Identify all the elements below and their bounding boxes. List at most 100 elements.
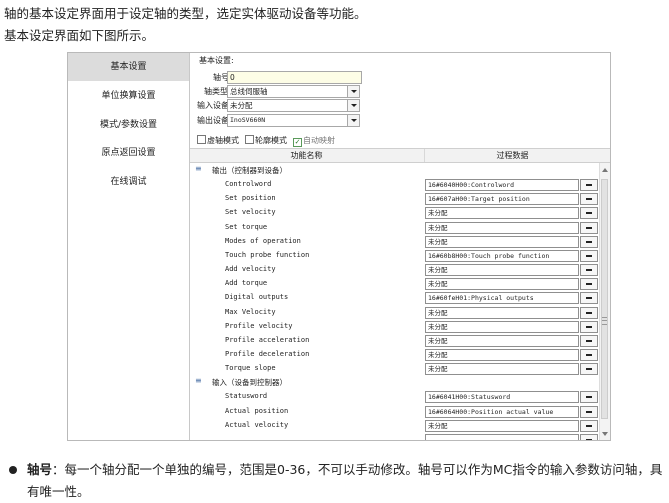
dropdown-button[interactable] xyxy=(580,363,598,376)
grid-row: Max Velocity 未分配 xyxy=(190,305,599,319)
scroll-grip-icon xyxy=(602,317,607,325)
process-data-field[interactable]: 16#60feH01:Physical outputs xyxy=(425,292,579,305)
dropdown-button[interactable] xyxy=(580,207,598,220)
sidebar-item-basic-settings[interactable]: 基本设置 xyxy=(68,53,189,81)
sidebar-item-mode-parameters[interactable]: 模式/参数设置 xyxy=(68,111,189,139)
grid-row: Controlword 16#6040H00:Controlword xyxy=(190,177,599,192)
grid-row: Digital outputs 16#60feH01:Physical outpu… xyxy=(190,290,599,305)
sidebar-item-unit-conversion[interactable]: 单位换算设置 xyxy=(68,82,189,110)
process-data-field[interactable]: 未分配 xyxy=(425,207,579,220)
function-name: Add velocity xyxy=(225,265,276,274)
function-name: Set velocity xyxy=(225,208,276,217)
grid-group-row[interactable]: ≡ 输出（控制器到设备） xyxy=(190,163,599,177)
function-name: Actual velocity xyxy=(225,420,289,429)
output-device-select[interactable]: InoSV660N xyxy=(227,114,360,127)
function-name: Digital outputs xyxy=(225,293,289,302)
axis-settings-window: 基本设置 单位换算设置 模式/参数设置 原点返回设置 在线调试 基本设置: 轴号… xyxy=(67,52,611,441)
settings-sidebar: 基本设置 单位换算设置 模式/参数设置 原点返回设置 在线调试 xyxy=(68,53,190,440)
grid-row: Set position 16#607aH00:Target position xyxy=(190,191,599,206)
auto-map-label: 自动映射 xyxy=(303,136,335,145)
dropdown-button[interactable] xyxy=(580,391,598,404)
dropdown-button[interactable] xyxy=(580,249,598,262)
process-data-field[interactable]: 未分配 xyxy=(425,419,579,432)
process-data-field[interactable]: 16#6064H00:Position actual value xyxy=(425,405,579,418)
dropdown-button[interactable] xyxy=(580,292,598,305)
column-header-function: 功能名称 xyxy=(290,151,323,160)
function-name: Profile acceleration xyxy=(225,335,310,344)
input-device-label: 输入设备 xyxy=(197,101,229,110)
dropdown-button[interactable] xyxy=(580,419,598,432)
checkbox-box xyxy=(245,135,254,144)
process-data-field[interactable] xyxy=(425,433,579,440)
process-data-field[interactable]: 未分配 xyxy=(425,221,579,234)
grid-row: Actual position 16#6064H00:Position actua… xyxy=(190,404,599,418)
dropdown-button[interactable] xyxy=(580,306,598,319)
function-name: Profile deceleration xyxy=(225,349,310,358)
sidebar-item-homing[interactable]: 原点返回设置 xyxy=(68,139,189,167)
dropdown-button[interactable] xyxy=(580,235,598,248)
process-data-field[interactable]: 16#607aH00:Target position xyxy=(425,193,579,206)
bullet-icon xyxy=(9,466,17,474)
column-header-process-data: 过程数据 xyxy=(424,149,600,162)
process-data-field[interactable]: 未分配 xyxy=(425,278,579,291)
virtual-axis-label: 虚轴模式 xyxy=(207,136,239,145)
axis-type-value: 总线伺服轴 xyxy=(230,87,268,96)
function-name: Statusword xyxy=(225,392,268,401)
dropdown-button[interactable] xyxy=(580,221,598,234)
dropdown-button[interactable] xyxy=(580,348,598,361)
dropdown-button[interactable] xyxy=(580,278,598,291)
function-name: Profile velocity xyxy=(225,321,293,330)
grid-row: Profile deceleration 未分配 xyxy=(190,347,599,361)
cam-mode-label: 轮廓模式 xyxy=(255,136,287,145)
input-device-select[interactable]: 未分配 xyxy=(227,99,360,112)
dropdown-button[interactable] xyxy=(580,264,598,277)
grid-row: Torque slope 未分配 xyxy=(190,361,599,376)
grid-rows: ≡ 输出（控制器到设备） Controlword 16#6040H00:Control… xyxy=(190,163,599,440)
grid-group-row[interactable]: ≡ 输入（设备到控制器） xyxy=(190,375,599,389)
scroll-down-icon[interactable] xyxy=(602,432,608,436)
auto-map-checkbox[interactable]: ✓ 自动映射 xyxy=(293,135,335,147)
scrollbar-thumb[interactable] xyxy=(601,179,608,419)
intro-line-2: 基本设定界面如下图所示。 xyxy=(4,28,155,43)
process-data-field[interactable]: 未分配 xyxy=(425,320,579,333)
note-text: ：每一个轴分配一个单独的编号，范围是0-36，不可以手动修改。轴号可以作为MC指… xyxy=(27,462,663,499)
process-data-field[interactable]: 16#6041H00:Statusword xyxy=(425,391,579,404)
cam-mode-checkbox[interactable]: 轮廓模式 xyxy=(245,135,287,146)
process-data-field[interactable]: 16#6040H00:Controlword xyxy=(425,179,579,192)
process-data-field[interactable]: 16#60b8H00:Touch probe function xyxy=(425,249,579,262)
dropdown-button[interactable] xyxy=(580,179,598,192)
function-name: Add torque xyxy=(225,279,268,288)
dropdown-button[interactable] xyxy=(580,433,598,440)
collapse-group-icon[interactable]: ≡ xyxy=(195,376,202,385)
process-data-field[interactable]: 未分配 xyxy=(425,235,579,248)
grid-row: Set torque 未分配 xyxy=(190,220,599,234)
collapse-group-icon[interactable]: ≡ xyxy=(195,164,202,173)
grid-row xyxy=(190,432,599,440)
axis-no-field[interactable]: 0 xyxy=(227,71,362,84)
vertical-scrollbar[interactable] xyxy=(599,163,610,440)
group-name: 输出（控制器到设备） xyxy=(212,166,287,175)
function-name: Set torque xyxy=(225,222,268,231)
virtual-axis-checkbox[interactable]: 虚轴模式 xyxy=(197,135,239,146)
sidebar-item-online-debug[interactable]: 在线调试 xyxy=(68,168,189,196)
process-data-field[interactable]: 未分配 xyxy=(425,334,579,347)
note-term: 轴号 xyxy=(27,462,53,477)
basic-settings-panel: 基本设置: 轴号 0 轴类型 总线伺服轴 输入设备 未分配 输出设备 InoSV… xyxy=(190,53,610,440)
dropdown-button[interactable] xyxy=(580,193,598,206)
dropdown-button[interactable] xyxy=(580,405,598,418)
function-name: Actual position xyxy=(225,406,289,415)
process-data-field[interactable]: 未分配 xyxy=(425,348,579,361)
grid-row: Set velocity 未分配 xyxy=(190,205,599,220)
chevron-down-icon xyxy=(347,100,359,111)
axis-type-select[interactable]: 总线伺服轴 xyxy=(227,85,360,98)
grid-row: Actual velocity 未分配 xyxy=(190,418,599,432)
process-data-field[interactable]: 未分配 xyxy=(425,363,579,376)
process-data-field[interactable]: 未分配 xyxy=(425,306,579,319)
output-device-label: 输出设备 xyxy=(197,116,229,125)
settings-title: 基本设置: xyxy=(199,56,234,65)
process-data-field[interactable]: 未分配 xyxy=(425,264,579,277)
grid-row: Add torque 未分配 xyxy=(190,276,599,291)
dropdown-button[interactable] xyxy=(580,320,598,333)
dropdown-button[interactable] xyxy=(580,334,598,347)
scroll-up-icon[interactable] xyxy=(602,168,608,172)
